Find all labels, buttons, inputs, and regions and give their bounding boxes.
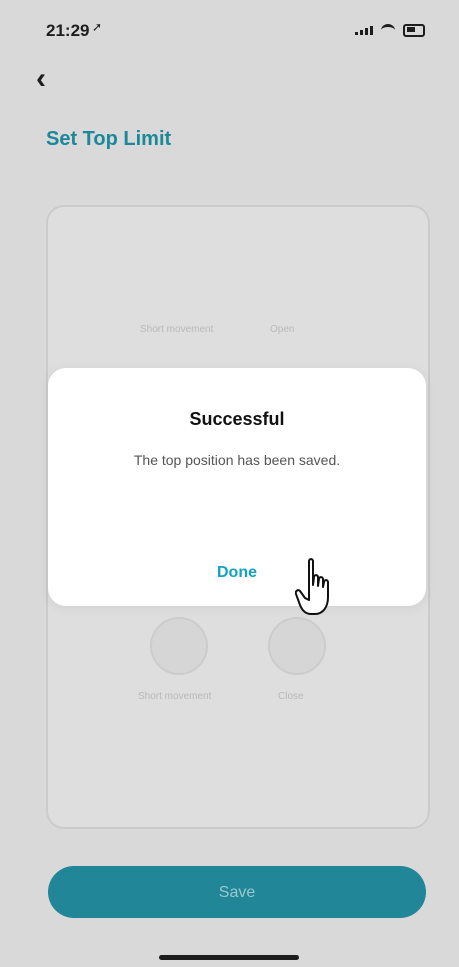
success-dialog: Successful The top position has been sav… [48, 368, 426, 606]
screen: 21:29 ➚ ‹ Set Top Limit Short movement O… [0, 0, 459, 967]
done-button[interactable]: Done [187, 556, 287, 590]
dialog-title: Successful [189, 409, 285, 429]
pointing-hand-cursor-icon [295, 558, 329, 615]
dialog-message: The top position has been saved. [133, 452, 341, 468]
